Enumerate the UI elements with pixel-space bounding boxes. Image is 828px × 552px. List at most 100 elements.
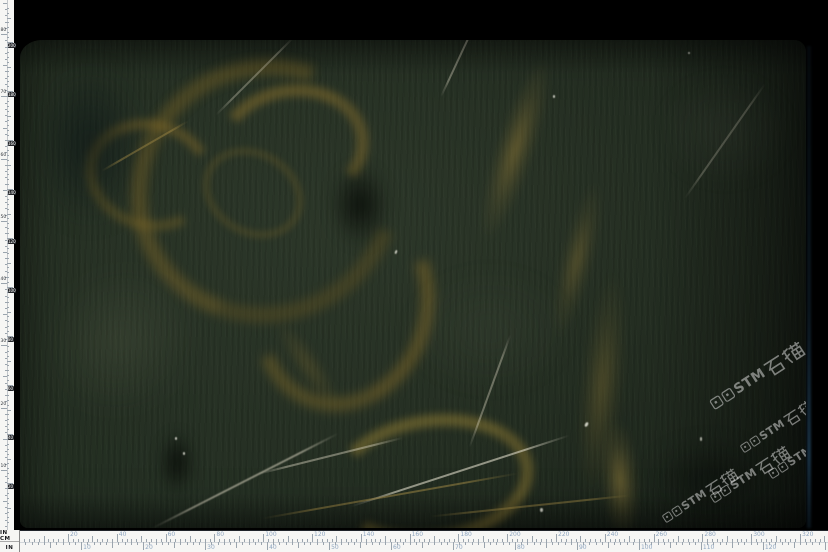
ruler-tick <box>372 542 373 545</box>
ruler-tick <box>7 218 9 219</box>
ruler-tick <box>5 333 7 334</box>
ruler-tick <box>5 59 7 60</box>
ruler-tick <box>5 264 7 265</box>
ruler-tick <box>199 542 200 545</box>
slab-scan-image[interactable]: STM STM STM STM STM <box>20 40 806 528</box>
ruler-tick <box>546 542 547 548</box>
slab-vignette <box>20 40 806 528</box>
ruler-tick <box>536 539 537 542</box>
ruler-tick <box>175 539 176 542</box>
ruler-tick <box>29 539 30 542</box>
ruler-tick <box>751 534 752 542</box>
ruler-tick <box>7 356 9 357</box>
ruler-tick <box>7 204 9 205</box>
ruler-tick <box>25 542 26 545</box>
ruler-tick <box>507 534 508 542</box>
ruler-label-in: 90 <box>579 545 587 551</box>
ruler-tick <box>629 536 630 542</box>
slab-texture-white-vein <box>215 40 294 116</box>
ruler-tick <box>7 522 9 523</box>
ruler-tick <box>53 539 54 542</box>
ruler-label-in: 70 <box>1 90 7 95</box>
ruler-tick <box>234 539 235 542</box>
ruler-tick <box>556 534 557 542</box>
ruler-tick <box>7 351 9 352</box>
ruler-tick <box>7 101 9 102</box>
ruler-tick <box>717 539 718 542</box>
ruler-tick <box>7 150 9 151</box>
ruler-tick <box>658 539 659 542</box>
slab-texture-white-vein <box>684 83 766 199</box>
ruler-tick <box>515 542 516 550</box>
ruler-tick <box>7 478 9 479</box>
ruler-tick <box>458 534 459 542</box>
ruler-tick <box>102 539 103 542</box>
ruler-tick <box>7 57 9 58</box>
slab-texture-layer <box>20 40 806 528</box>
ruler-tick <box>806 542 807 545</box>
ruler-tick <box>7 62 9 63</box>
ruler-tick <box>195 539 196 542</box>
ruler-tick <box>746 539 747 542</box>
ruler-label-cm: 100 <box>265 532 276 538</box>
ruler-tick <box>790 539 791 542</box>
ruler-tick <box>422 542 423 548</box>
ruler-tick <box>279 542 280 545</box>
ruler-tick <box>7 258 9 259</box>
ruler-unit-label-in: IN <box>0 542 19 552</box>
ruler-tick <box>693 539 694 542</box>
ruler-label-cm: 300 <box>753 532 764 538</box>
watermark-text: STM <box>731 366 768 397</box>
ruler-tick <box>751 542 752 545</box>
ruler-tick <box>5 9 7 10</box>
ruler-tick <box>488 539 489 542</box>
ruler-tick <box>7 444 9 445</box>
ruler-tick <box>258 539 259 542</box>
ruler-tick <box>7 331 9 332</box>
ruler-tick <box>726 542 727 545</box>
ruler-tick <box>288 536 289 542</box>
ruler-label-in: 50 <box>1 215 7 220</box>
watermark-cjk-shimao-glyphs <box>761 339 806 378</box>
ruler-label-in: 10 <box>1 464 7 469</box>
slab-texture-dark-patch <box>630 430 790 528</box>
ruler-tick <box>323 542 324 545</box>
ruler-tick <box>7 473 9 474</box>
ruler-tick <box>624 539 625 542</box>
ruler-tick <box>819 542 820 545</box>
ruler-tick <box>633 542 634 545</box>
slab-texture-white-vein <box>440 40 480 97</box>
ruler-tick <box>512 539 513 542</box>
ruler-tick <box>137 542 138 545</box>
ruler-tick <box>558 542 559 545</box>
ruler-tick <box>5 383 7 384</box>
ruler-tick <box>174 542 175 548</box>
ruler-tick <box>73 539 74 542</box>
ruler-tick <box>766 539 767 542</box>
ruler-tick <box>738 542 739 545</box>
ruler-tick <box>263 534 264 542</box>
ruler-tick <box>5 476 7 477</box>
ruler-tick <box>122 539 123 542</box>
ruler-tick <box>317 542 318 545</box>
ruler-tick <box>600 539 601 542</box>
ruler-tick <box>7 67 11 68</box>
ruler-tick <box>7 32 9 33</box>
ruler-tick <box>7 272 9 273</box>
ruler-label-cm: 20 <box>8 484 14 489</box>
ruler-tick <box>7 248 9 249</box>
ruler-tick <box>1 470 7 471</box>
ruler-label-in: 100 <box>641 545 652 551</box>
ruler-unit-corner: IN CM IN <box>0 530 20 552</box>
ruler-label-in: 70 <box>455 545 463 551</box>
ruler-tick <box>670 542 671 548</box>
ruler-tick <box>5 289 7 290</box>
ruler-tick <box>800 542 801 545</box>
ruler-tick <box>56 542 57 545</box>
ruler-tick <box>761 539 762 542</box>
slab-texture-white-vein <box>469 334 512 447</box>
ruler-tick <box>419 539 420 542</box>
ruler-tick <box>561 539 562 542</box>
ruler-tick <box>785 539 786 542</box>
ruler-tick <box>283 539 284 542</box>
